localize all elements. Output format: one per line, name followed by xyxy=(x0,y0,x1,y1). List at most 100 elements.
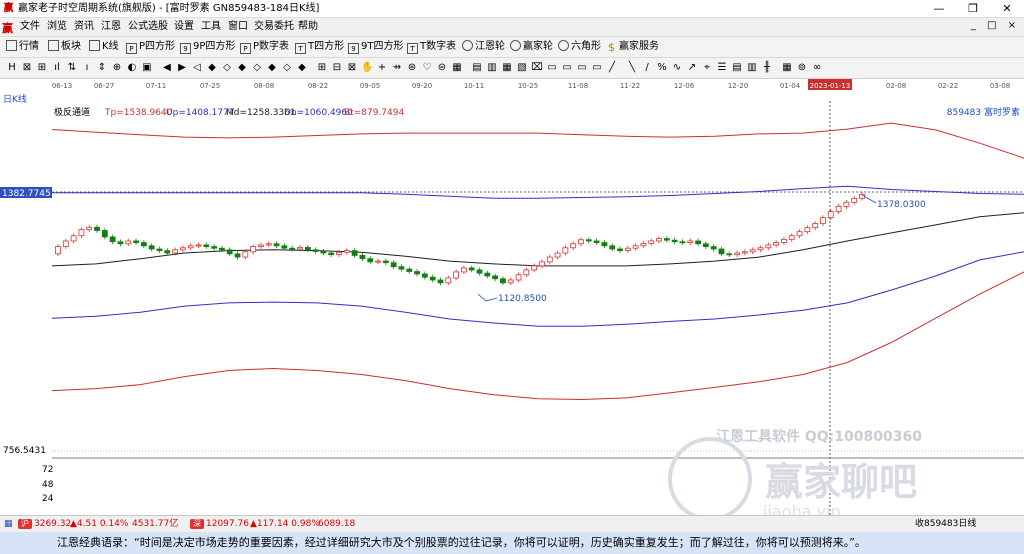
toolbar-t-square-button[interactable]: T T四方形 xyxy=(295,39,344,54)
draw-tool-23-icon[interactable]: ✋ xyxy=(361,61,373,74)
draw-tool-51-icon[interactable]: ⊚ xyxy=(796,61,808,74)
toolbar-gann-wheel-button[interactable]: 江恩轮 xyxy=(462,39,505,54)
toolbar-9p-square-button[interactable]: 9 9P四方形 xyxy=(180,39,235,54)
menu-settings[interactable]: 设置 xyxy=(174,20,194,34)
menu-gann[interactable]: 江恩 xyxy=(101,20,121,34)
indicator-name: 极反通道 xyxy=(54,106,90,118)
menu-help[interactable]: 帮助 xyxy=(298,20,318,34)
draw-tool-9-icon[interactable]: ▣ xyxy=(141,61,153,74)
draw-tool-2-icon[interactable]: ⊞ xyxy=(36,61,48,74)
draw-tool-31-icon[interactable]: ▥ xyxy=(486,61,498,74)
draw-tool-24-icon[interactable]: + xyxy=(376,61,388,74)
restore-button[interactable]: ❐ xyxy=(956,0,990,17)
close-button[interactable]: ✕ xyxy=(990,0,1024,17)
draw-tool-44-icon[interactable]: ↗ xyxy=(686,61,698,74)
draw-tool-50-icon[interactable]: ▦ xyxy=(781,61,793,74)
candle-body xyxy=(375,260,381,263)
menu-tools[interactable]: 工具 xyxy=(201,20,221,34)
draw-tool-19-icon[interactable]: ◆ xyxy=(296,61,308,74)
draw-tool-45-icon[interactable]: ⌖ xyxy=(701,61,713,74)
toolbar-p-table-button[interactable]: P P数字表 xyxy=(240,39,289,54)
date-tick: 09-05 xyxy=(360,82,380,90)
draw-tool-49-icon[interactable]: ╫ xyxy=(761,61,773,74)
draw-tool-29-icon[interactable]: ▦ xyxy=(451,61,463,74)
toolbar-t-table-button[interactable]: T T数字表 xyxy=(407,39,456,54)
draw-tool-20-icon[interactable]: ⊞ xyxy=(316,61,328,74)
draw-tool-12-icon[interactable]: ◁ xyxy=(191,61,203,74)
draw-tool-42-icon[interactable]: % xyxy=(656,61,668,74)
window-titlebar: 赢 赢家老子时空周期系统(旗舰版) - [富时罗素 GN859483-184日K… xyxy=(0,0,1024,18)
menu-formula[interactable]: 公式选股 xyxy=(128,20,168,34)
draw-tool-35-icon[interactable]: ▭ xyxy=(546,61,558,74)
draw-tool-8-icon[interactable]: ◐ xyxy=(126,61,138,74)
draw-tool-25-icon[interactable]: ⇸ xyxy=(391,61,403,74)
draw-tool-32-icon[interactable]: ▦ xyxy=(501,61,513,74)
draw-tool-41-icon[interactable]: / xyxy=(641,61,653,74)
draw-tool-10-icon[interactable]: ◀ xyxy=(161,61,173,74)
date-tick: 10-25 xyxy=(518,82,538,90)
candle-body xyxy=(679,241,686,244)
menu-file[interactable]: 文件 xyxy=(20,20,40,34)
toolbar-winner-wheel-button[interactable]: 赢家轮 xyxy=(510,39,553,54)
toolbar-service-button[interactable]: $ 赢家服务 xyxy=(606,39,659,54)
draw-tool-43-icon[interactable]: ∿ xyxy=(671,61,683,74)
draw-tool-0-icon[interactable]: H xyxy=(6,61,18,74)
draw-tool-4-icon[interactable]: ⇅ xyxy=(66,61,78,74)
candle-body xyxy=(211,246,218,249)
candle-body xyxy=(312,249,319,252)
draw-tool-7-icon[interactable]: ⊕ xyxy=(111,61,123,74)
draw-tool-5-icon[interactable]: ı xyxy=(81,61,93,74)
toolbar-9t-square-button[interactable]: 9 9T四方形 xyxy=(348,39,403,54)
draw-tool-38-icon[interactable]: ▭ xyxy=(591,61,603,74)
draw-tool-30-icon[interactable]: ▤ xyxy=(471,61,483,74)
date-tick: 01-04 xyxy=(780,82,801,90)
draw-tool-21-icon[interactable]: ⊟ xyxy=(331,61,343,74)
index2-value[interactable]: 12097.76 xyxy=(206,516,249,532)
draw-tool-17-icon[interactable]: ◆ xyxy=(266,61,278,74)
chart-area[interactable]: 日K线 极反通道 Tp=1538.9640 Up=1408.1777 Md=12… xyxy=(0,91,1024,515)
mdi-window-buttons[interactable]: _ □ × xyxy=(971,20,1020,31)
draw-tool-6-icon[interactable]: ⇕ xyxy=(96,61,108,74)
menu-trade[interactable]: 交易委托 xyxy=(254,20,294,34)
index1-value[interactable]: 3269.32 xyxy=(34,516,71,532)
draw-tool-37-icon[interactable]: ▭ xyxy=(576,61,588,74)
draw-tool-11-icon[interactable]: ▶ xyxy=(176,61,188,74)
draw-tool-33-icon[interactable]: ▧ xyxy=(516,61,528,74)
draw-tool-15-icon[interactable]: ◆ xyxy=(236,61,248,74)
draw-tool-40-icon[interactable]: ╲ xyxy=(626,61,638,74)
draw-tool-18-icon[interactable]: ◇ xyxy=(281,61,293,74)
draw-tool-36-icon[interactable]: ▭ xyxy=(561,61,573,74)
date-tick: 09-20 xyxy=(412,82,432,90)
date-tick: 07-11 xyxy=(146,82,166,90)
volume-tick-72: 72 xyxy=(42,465,53,475)
draw-tool-26-icon[interactable]: ⊛ xyxy=(406,61,418,74)
candle-body xyxy=(476,269,483,274)
candle-body xyxy=(140,242,147,247)
toolbar-quotes-button[interactable]: 行情 xyxy=(6,39,39,54)
toolbar-kline-button[interactable]: K线 xyxy=(89,39,119,54)
menu-window[interactable]: 窗口 xyxy=(228,20,248,34)
draw-tool-39-icon[interactable]: ╱ xyxy=(606,61,618,74)
draw-tool-28-icon[interactable]: ⊜ xyxy=(436,61,448,74)
draw-tool-52-icon[interactable]: ∞ xyxy=(811,61,823,74)
menu-news[interactable]: 资讯 xyxy=(74,20,94,34)
draw-tool-34-icon[interactable]: ⌧ xyxy=(531,61,543,74)
kline-chart[interactable]: 日K线 极反通道 Tp=1538.9640 Up=1408.1777 Md=12… xyxy=(0,91,1024,515)
draw-tool-16-icon[interactable]: ◇ xyxy=(251,61,263,74)
draw-tool-27-icon[interactable]: ♡ xyxy=(421,61,433,74)
draw-tool-46-icon[interactable]: ☰ xyxy=(716,61,728,74)
toolbar-hexagon-button[interactable]: 六角形 xyxy=(558,39,601,54)
draw-tool-14-icon[interactable]: ◇ xyxy=(221,61,233,74)
draw-tool-48-icon[interactable]: ▥ xyxy=(746,61,758,74)
menu-browse[interactable]: 浏览 xyxy=(47,20,67,34)
minimize-button[interactable]: — xyxy=(922,0,956,17)
draw-tool-1-icon[interactable]: ⊠ xyxy=(21,61,33,74)
toolbar-p-square-button[interactable]: P P四方形 xyxy=(126,39,175,54)
draw-tool-22-icon[interactable]: ⊠ xyxy=(346,61,358,74)
draw-tool-3-icon[interactable]: ıl xyxy=(51,61,63,74)
draw-tool-13-icon[interactable]: ◆ xyxy=(206,61,218,74)
status-bar: ▦ 沪 3269.32 ▲4.51 0.14% 4531.77亿 深 12097… xyxy=(0,515,1024,532)
toolbar-blocks-button[interactable]: 板块 xyxy=(48,39,81,54)
draw-tool-47-icon[interactable]: ▤ xyxy=(731,61,743,74)
candle-body xyxy=(117,241,124,245)
